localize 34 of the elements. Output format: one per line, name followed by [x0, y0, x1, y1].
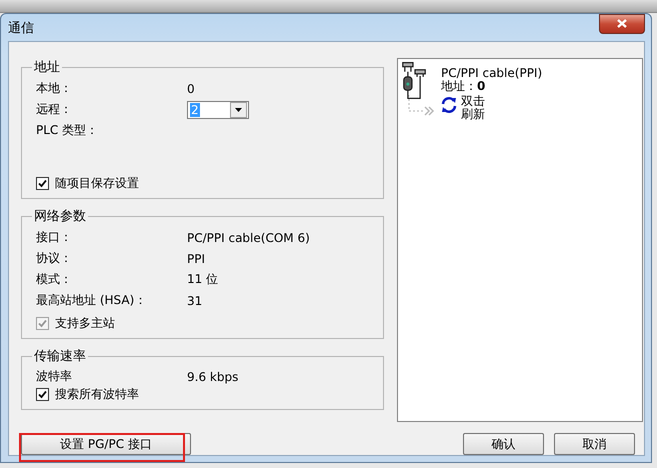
field-value: 0	[187, 82, 196, 96]
dialog-button[interactable]: 取消	[554, 433, 635, 455]
group-title: 网络参数	[33, 208, 87, 225]
field-value: PC/PPI cable(COM 6)	[187, 230, 311, 244]
field-value: 9.6 kbps	[187, 370, 240, 384]
field-label: 接口：	[36, 229, 73, 246]
checkbox-label: 搜索所有波特率	[55, 386, 139, 403]
field-label: 远程：	[36, 101, 73, 118]
field-label: 模式：	[36, 271, 73, 288]
close-button[interactable]	[599, 14, 645, 34]
device-address: 地址：0	[441, 80, 486, 93]
refresh-icon	[439, 95, 459, 115]
field-label: 最高站地址 (HSA)：	[36, 292, 148, 309]
tree-item[interactable]: 双击刷新	[461, 95, 486, 121]
dialog-button[interactable]: 设置 PG/PC 接口	[21, 433, 191, 455]
close-icon	[617, 19, 627, 28]
checkbox[interactable]	[36, 388, 49, 401]
checkbox-label: 支持多主站	[55, 314, 115, 332]
dialog-button[interactable]: 确认	[463, 433, 544, 455]
cable-icon	[402, 62, 426, 99]
group-title: 传输速率	[33, 348, 87, 365]
field-label: 本地：	[36, 80, 73, 97]
field-value: 31	[187, 294, 204, 308]
window-title: 通信	[8, 20, 34, 36]
field-label: 波特率	[36, 368, 73, 385]
field-value: 11 位	[187, 271, 220, 288]
caret-icon	[235, 108, 242, 112]
field-label: PLC 类型：	[36, 122, 100, 139]
checkbox[interactable]	[36, 176, 49, 190]
device-name: PC/PPI cable(PPI)	[441, 67, 542, 80]
checkbox-label: 随项目保存设置	[55, 174, 139, 192]
field-value: PPI	[187, 252, 206, 266]
field-label: 协议：	[36, 250, 73, 267]
group-title: 地址	[33, 59, 61, 76]
